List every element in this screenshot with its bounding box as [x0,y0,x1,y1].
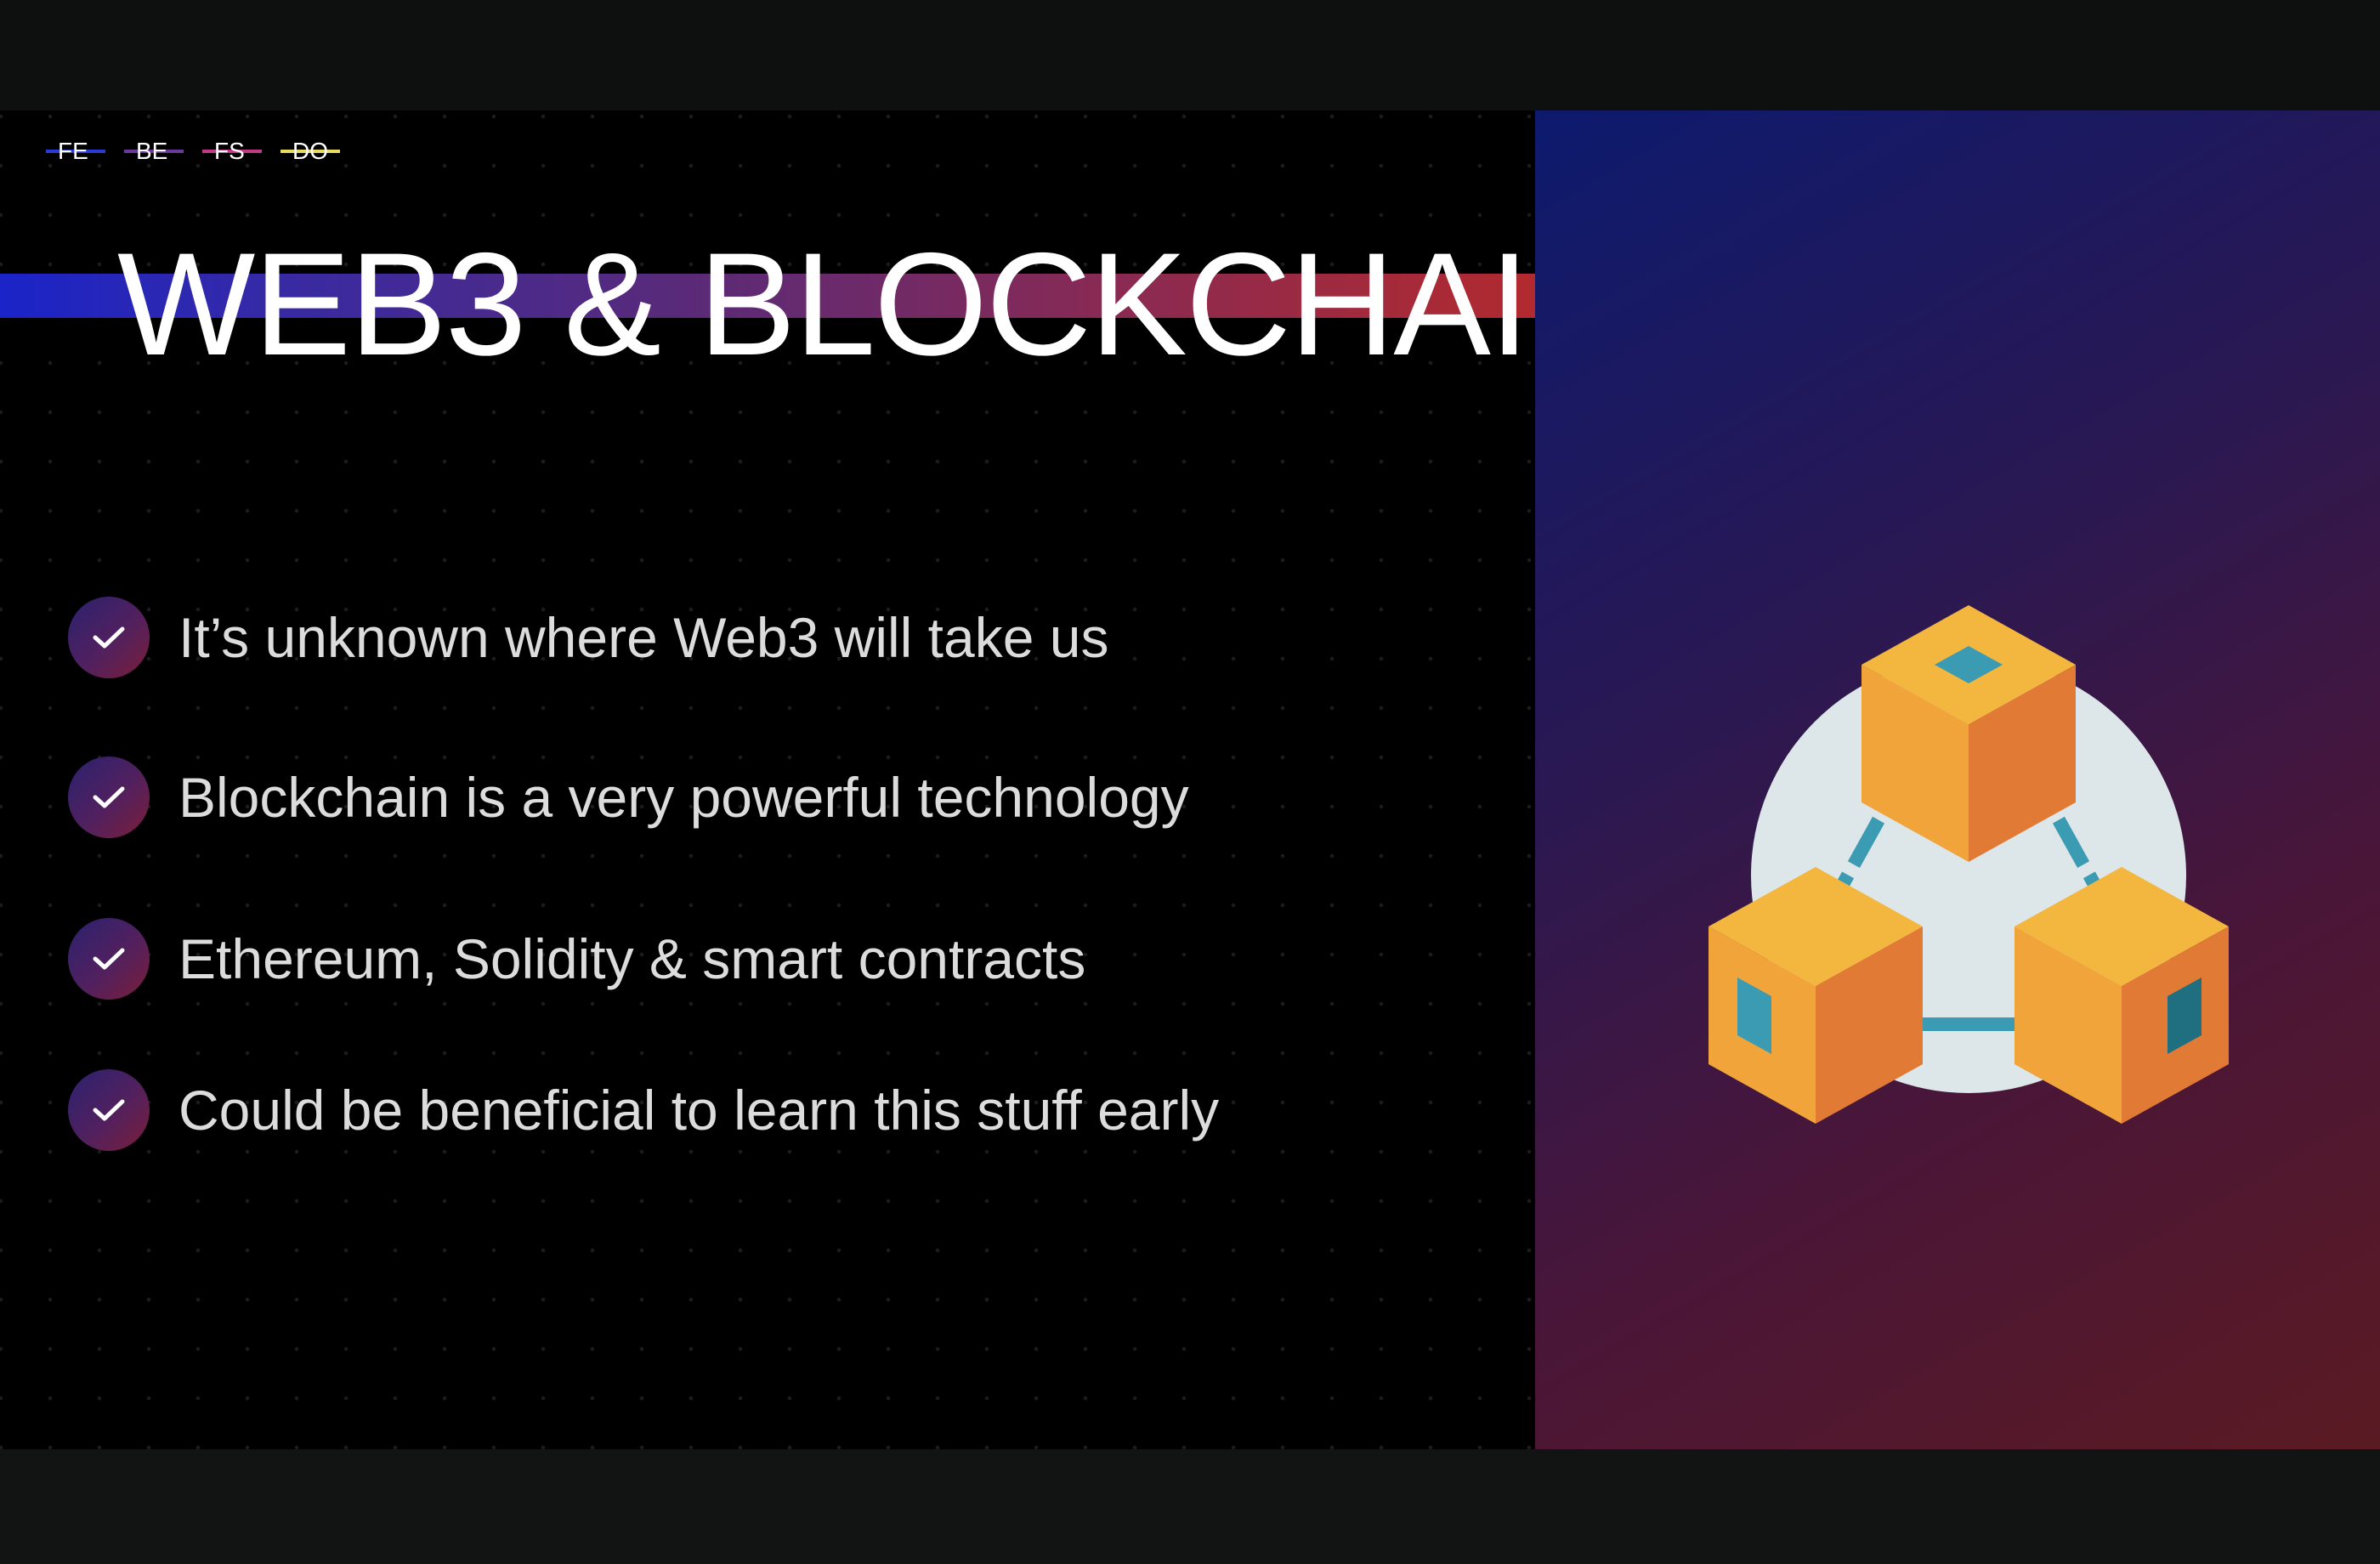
tag-fe: FE [46,131,124,172]
bullet-text: It’s unknown where Web3 will take us [178,606,1109,669]
video-letterbox-top [0,0,2380,110]
tag-fs: FS [202,131,280,172]
checkmark-icon [68,597,150,678]
tag-do-label: DO [292,138,328,164]
bullet-item: Ethereum, Solidity & smart contracts [68,916,1085,1001]
blockchain-cubes-icon [1700,595,2244,1139]
checkmark-icon [68,918,150,1000]
bullet-text: Blockchain is a very powerful technology [178,766,1189,829]
tag-be: BE [124,131,202,172]
checkmark-icon [68,756,150,838]
bullet-text: Ethereum, Solidity & smart contracts [178,927,1086,990]
tag-fs-label: FS [214,138,245,164]
tag-be-label: BE [136,138,168,164]
tag-do: DO [280,131,359,172]
video-letterbox-bottom [0,1449,2380,1564]
slide-left-panel: FE BE FS DO WEB3 & BLOCKCHAIN It’s unkno… [0,110,1726,1449]
slide-title: WEB3 & BLOCKCHAIN [117,223,1634,386]
tag-fe-label: FE [58,138,88,164]
bullet-item: It’s unknown where Web3 will take us [68,595,1108,680]
presentation-slide: FE BE FS DO WEB3 & BLOCKCHAIN It’s unkno… [0,110,2380,1449]
topic-tags: FE BE FS DO [46,131,359,172]
bullet-item: Could be beneficial to learn this stuff … [68,1068,1219,1153]
bullet-text: Could be beneficial to learn this stuff … [178,1079,1220,1142]
checkmark-icon [68,1069,150,1151]
bullet-item: Blockchain is a very powerful technology [68,755,1189,840]
